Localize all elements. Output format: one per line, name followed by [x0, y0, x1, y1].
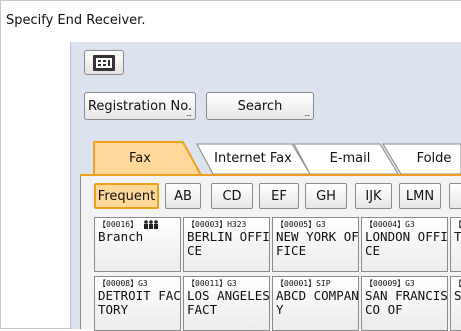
search-button[interactable]: Search ...	[206, 92, 314, 120]
address-book-icon	[93, 54, 115, 71]
destination-entry[interactable]: 【00001】SIP ABCD COMPANY	[272, 276, 359, 331]
key-tab-gh[interactable]: GH	[305, 183, 347, 209]
entry-name: NEW YORK OFFICE	[276, 229, 359, 258]
entry-code: 【00001】SIP	[276, 279, 331, 288]
entry-code: 【	[454, 220, 461, 229]
key-tab-label: LMN	[405, 188, 435, 204]
entry-code: 【00011】G3	[187, 279, 237, 288]
key-tab-ab[interactable]: AB	[165, 183, 201, 209]
key-tab-label: GH	[316, 188, 336, 204]
registration-no-label: Registration No.	[87, 98, 193, 114]
instruction-text: Specify End Receiver.	[6, 13, 146, 28]
tab-label: Internet Fax	[214, 150, 292, 166]
key-tab-cd[interactable]: CD	[211, 183, 253, 209]
destination-entry[interactable]: 【 TF	[450, 217, 461, 272]
key-tab-label: AB	[174, 188, 192, 204]
entry-code: 【00009】G3	[365, 279, 415, 288]
key-tab-lmn[interactable]: LMN	[399, 183, 441, 209]
tab-label: Fax	[129, 150, 151, 166]
entry-code: 【00016】	[98, 220, 139, 229]
more-indicator: ...	[304, 109, 310, 118]
entry-name: DETROIT FACTORY	[98, 288, 181, 317]
entry-name: TF	[454, 229, 461, 244]
entry-name: BERLIN OFFICE	[187, 229, 270, 258]
destination-entry[interactable]: 【00004】G3 LONDON OFFICE	[361, 217, 448, 272]
entry-name: LOS ANGELES FACT	[187, 288, 270, 317]
entry-name: Branch	[98, 229, 144, 244]
destination-entry[interactable]: 【00009】G3 SAN FRANCISCO OF	[361, 276, 448, 331]
destination-entry[interactable]: 【00005】G3 NEW YORK OFFICE	[272, 217, 359, 272]
key-tab-ijk[interactable]: IJK	[355, 183, 392, 209]
key-tab-label: CD	[222, 188, 242, 204]
entry-code: 【00005】G3	[276, 220, 326, 229]
tab-email[interactable]: E-mail	[300, 141, 400, 175]
address-book-button[interactable]	[84, 50, 124, 75]
entry-name: SAN FRANCISCO OF	[365, 288, 448, 317]
entry-name: SI	[454, 288, 461, 303]
destination-entry[interactable]: 【00016】 Branch	[94, 217, 181, 272]
entry-name: LONDON OFFICE	[365, 229, 448, 258]
destination-entry[interactable]: 【00003】H323 BERLIN OFFICE	[183, 217, 270, 272]
search-label: Search	[237, 98, 283, 114]
destination-entry[interactable]: 【00008】G3 DETROIT FACTORY	[94, 276, 181, 331]
tab-internet-fax[interactable]: Internet Fax	[203, 141, 303, 175]
destination-entry[interactable]: 【00011】G3 LOS ANGELES FACT	[183, 276, 270, 331]
key-tab-ef[interactable]: EF	[259, 183, 299, 209]
entry-code: 【00003】H323	[187, 220, 247, 229]
entry-code: 【	[454, 279, 461, 288]
registration-no-button[interactable]: Registration No. ...	[84, 92, 196, 120]
group-icon	[144, 220, 158, 229]
key-tab-label: Frequent	[97, 188, 156, 204]
key-tab-label: IJK	[365, 188, 382, 204]
key-tab-frequent[interactable]: Frequent	[94, 183, 159, 209]
tab-folder[interactable]: Folde	[404, 141, 461, 175]
key-tab-partial[interactable]	[449, 183, 461, 209]
tab-label: Folde	[416, 150, 452, 166]
tab-label: E-mail	[329, 150, 371, 166]
entry-code: 【00004】G3	[365, 220, 415, 229]
destination-entry[interactable]: 【 SI	[450, 276, 461, 331]
tab-fax[interactable]: Fax	[96, 141, 184, 175]
tab-underline	[80, 174, 461, 176]
more-indicator: ...	[186, 109, 192, 118]
entry-code: 【00008】G3	[98, 279, 148, 288]
entry-name: ABCD COMPANY	[276, 288, 359, 317]
key-tab-label: EF	[271, 188, 287, 204]
